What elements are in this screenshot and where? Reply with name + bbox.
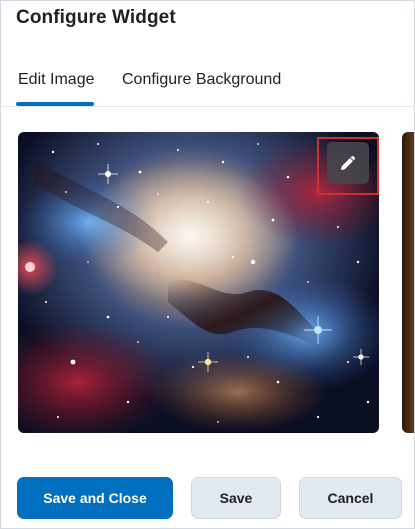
tab-configure-background[interactable]: Configure Background — [122, 71, 281, 89]
next-image-preview[interactable] — [402, 132, 414, 433]
tab-bar: Edit Image Configure Background — [1, 59, 414, 107]
configure-widget-dialog: Configure Widget Edit Image Configure Ba… — [0, 0, 415, 529]
edit-button-highlight — [317, 137, 379, 195]
dialog-title: Configure Widget — [16, 7, 176, 28]
cancel-button[interactable]: Cancel — [299, 477, 402, 519]
tab-divider — [1, 106, 414, 107]
dialog-footer: Save and Close Save Cancel — [1, 477, 414, 521]
tab-edit-image[interactable]: Edit Image — [18, 71, 94, 89]
save-button[interactable]: Save — [191, 477, 281, 519]
save-and-close-button[interactable]: Save and Close — [17, 477, 173, 519]
